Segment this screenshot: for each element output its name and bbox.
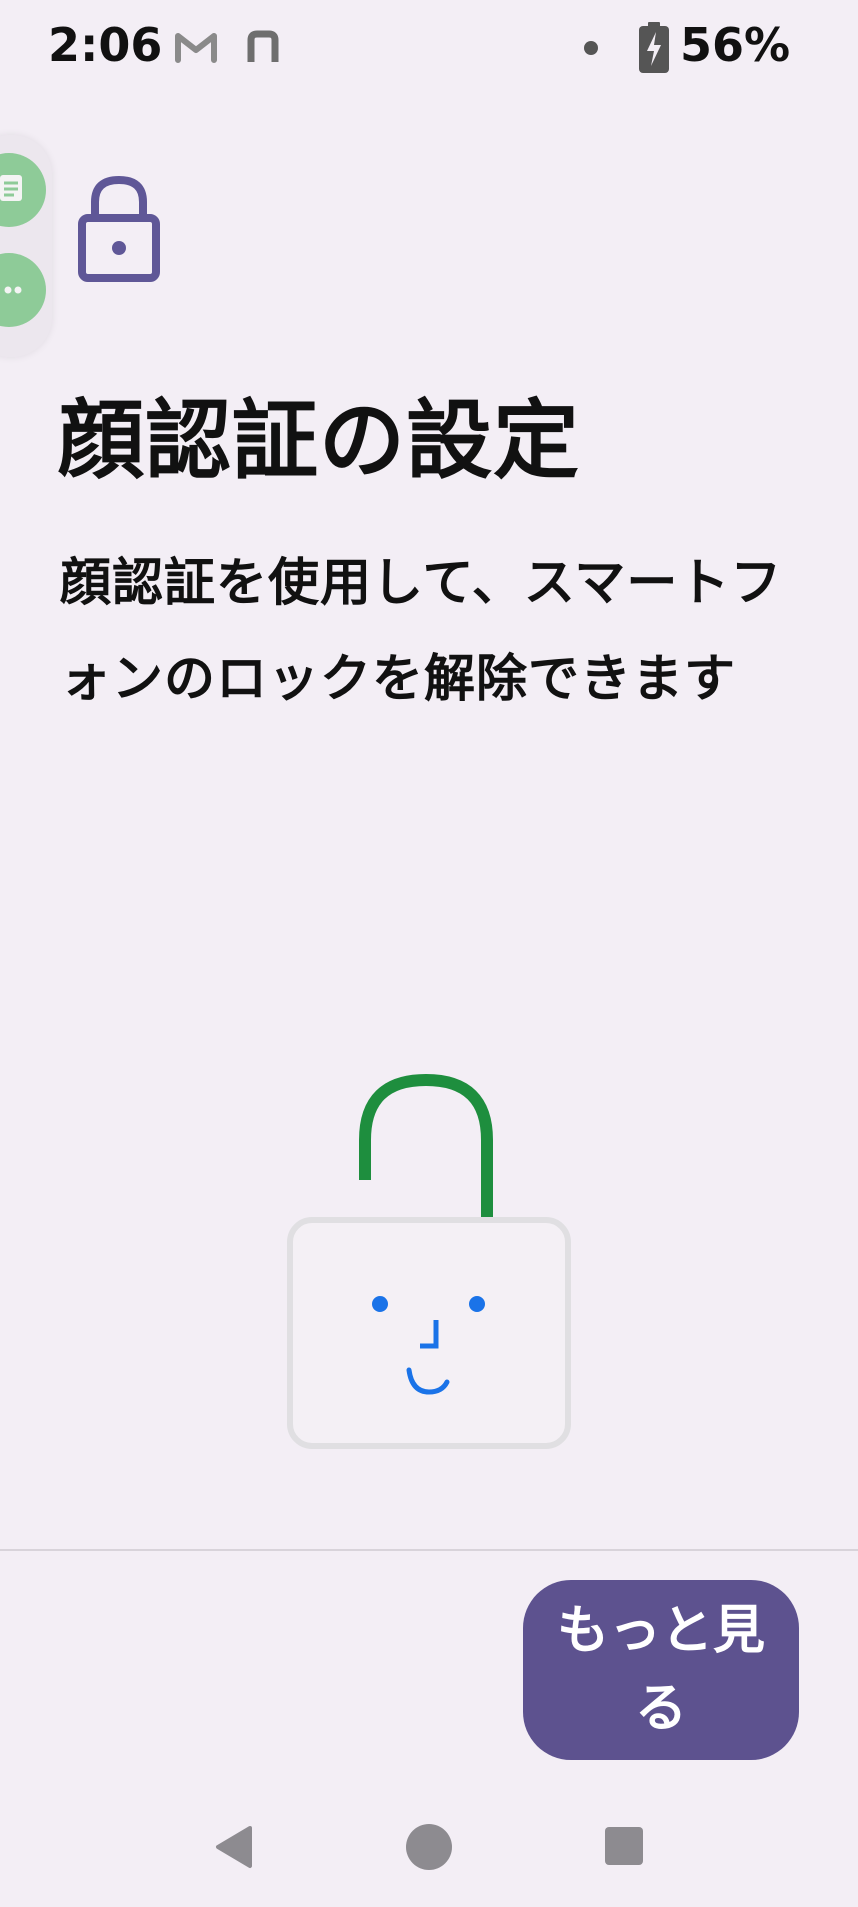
footer-divider: [0, 1549, 858, 1551]
home-icon[interactable]: [406, 1824, 452, 1870]
face-unlock-illustration: [280, 1070, 580, 1460]
page-title: 顔認証の設定: [58, 391, 580, 491]
page-description: 顔認証を使用して、スマートフォンのロックを解除できます: [60, 554, 783, 709]
gmail-icon: [174, 30, 218, 64]
status-time: 2:06: [48, 18, 163, 72]
dot-icon: [584, 41, 598, 55]
battery-charging-icon: [638, 22, 670, 74]
navigation-bar: [0, 1800, 858, 1907]
back-icon[interactable]: [212, 1824, 252, 1870]
message-bubble-icon[interactable]: [0, 153, 46, 227]
floating-bubble-bar[interactable]: [0, 135, 52, 357]
lock-icon: [76, 174, 162, 284]
status-bar: 2:06 56%: [0, 0, 858, 100]
recents-icon[interactable]: [605, 1827, 643, 1865]
more-button[interactable]: もっと見る: [523, 1580, 799, 1760]
notification-n-icon: [246, 30, 280, 64]
more-bubble-icon[interactable]: [0, 253, 46, 327]
battery-percent: 56%: [680, 18, 791, 72]
